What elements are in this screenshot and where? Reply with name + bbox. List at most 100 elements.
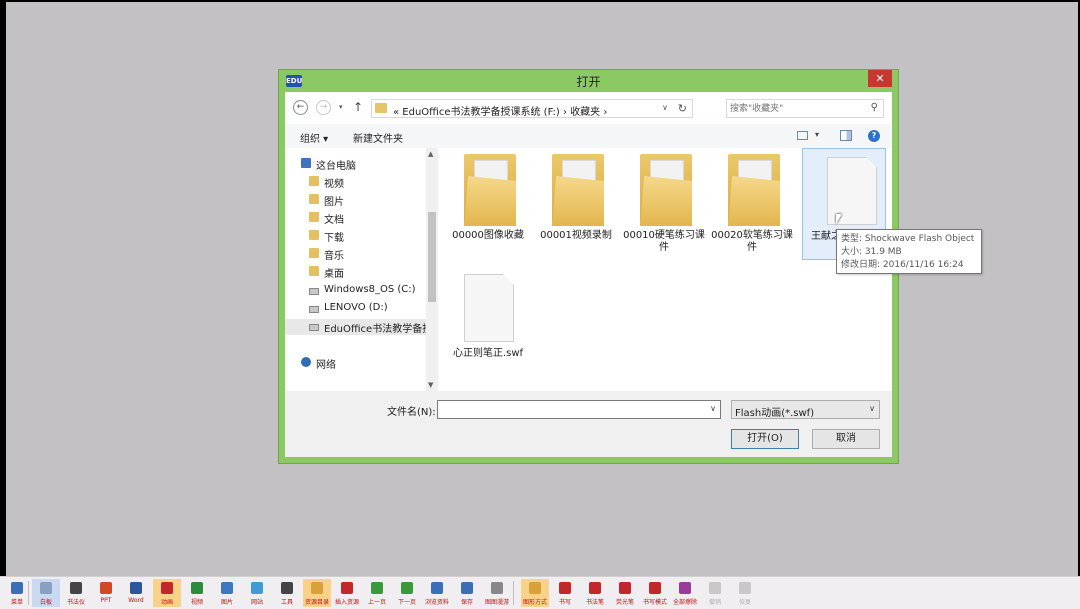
toolbar-button[interactable]: 保存	[453, 579, 481, 607]
tree-item[interactable]: Windows8_OS (C:)	[285, 283, 426, 299]
filename-dropdown-chevron-icon[interactable]: ∨	[710, 404, 716, 413]
toolbar-button[interactable]: 书写	[551, 579, 579, 607]
file-type-filter-select[interactable]: Flash动画(*.swf) ∨	[731, 400, 880, 419]
toolbar-button[interactable]: 图形方式	[521, 579, 549, 607]
toolbar-button[interactable]: 撤销	[701, 579, 729, 607]
file-name-label: 心正则笔正.swf	[452, 348, 524, 359]
folder-item[interactable]: 00001视频录制	[534, 148, 618, 260]
toolbar-button[interactable]: 浏览资料	[423, 579, 451, 607]
search-input[interactable]	[730, 102, 860, 115]
tree-item[interactable]: 这台电脑	[285, 156, 426, 172]
tree-item[interactable]: LENOVO (D:)	[285, 301, 426, 317]
folder-item[interactable]: 00010硬笔练习课件	[622, 148, 706, 260]
tooltip-type: 类型: Shockwave Flash Object	[841, 234, 975, 244]
toolbar-button[interactable]: 书写模式	[641, 579, 669, 607]
tree-item-label: 下载	[324, 233, 344, 244]
folder-icon	[309, 194, 319, 204]
tree-item[interactable]: 下载	[285, 228, 426, 244]
file-name-label: 00020软笔练习课件	[711, 230, 793, 253]
up-arrow-icon[interactable]: ↑	[353, 100, 363, 114]
scroll-down-arrow-icon[interactable]: ▼	[428, 381, 433, 389]
toolbar-button[interactable]: 白板	[32, 579, 60, 607]
toolbar-button-icon	[161, 582, 173, 594]
file-item[interactable]: 心正则笔正.swf	[446, 262, 530, 374]
toolbar-button[interactable]: Word	[122, 579, 150, 607]
toolbar-button[interactable]: 资源目录	[303, 579, 331, 607]
toolbar-button-icon	[191, 582, 203, 594]
navigation-bar: ← → ▾ ↑ « EduOffice书法教学备授课系统 (F:) › 收藏夹 …	[285, 92, 892, 124]
navigation-pane-scrollbar[interactable]: ▲ ▼	[426, 148, 438, 391]
toolbar-button[interactable]: 下一页	[393, 579, 421, 607]
change-view-icon[interactable]	[797, 131, 808, 140]
filename-input[interactable]	[440, 403, 700, 416]
tree-item-label: Windows8_OS (C:)	[324, 284, 416, 295]
help-icon[interactable]: ?	[868, 130, 880, 142]
toolbar-button[interactable]: 书法仪	[62, 579, 90, 607]
network-icon	[301, 357, 311, 367]
folder-item[interactable]: 00000图像收藏	[446, 148, 530, 260]
tree-item-label: 网络	[316, 360, 336, 371]
back-arrow-icon[interactable]: ←	[293, 100, 308, 115]
open-button[interactable]: 打开(O)	[731, 429, 799, 449]
refresh-icon[interactable]: ↻	[678, 102, 687, 115]
toolbar-button[interactable]: 动画	[153, 579, 181, 607]
toolbar-button[interactable]: 上一页	[363, 579, 391, 607]
drive-icon	[309, 306, 319, 313]
tree-item[interactable]: 桌面	[285, 264, 426, 280]
folder-icon	[309, 212, 319, 222]
drive-icon	[309, 324, 319, 331]
tree-item[interactable]: EduOffice书法教学备授	[285, 319, 432, 335]
windows-drive-icon	[309, 288, 319, 295]
toolbar-button[interactable]: 插入资源	[333, 579, 361, 607]
tree-item[interactable]: 音乐	[285, 246, 426, 262]
new-folder-button[interactable]: 新建文件夹	[353, 130, 403, 145]
toolbar-button[interactable]: 全部擦除	[671, 579, 699, 607]
address-bar[interactable]: « EduOffice书法教学备授课系统 (F:) › 收藏夹 › ∨ ↻	[371, 99, 693, 118]
tree-item[interactable]: 视频	[285, 174, 426, 190]
toolbar-button-icon	[559, 582, 571, 594]
address-dropdown-chevron-icon[interactable]: ∨	[662, 103, 668, 112]
dialog-title-bar[interactable]: EDU 打开 ✕	[279, 70, 898, 92]
folder-icon	[309, 248, 319, 258]
toolbar-button[interactable]: PPT	[92, 579, 120, 607]
file-name-label: 00010硬笔练习课件	[623, 230, 705, 253]
toolbar-button[interactable]: 图图漫游	[483, 579, 511, 607]
toolbar-button[interactable]: 图片	[213, 579, 241, 607]
toolbar-button[interactable]: 恢复	[731, 579, 759, 607]
file-name-label: 00001视频录制	[540, 230, 612, 241]
file-list-view: 00000图像收藏 00001视频录制 00010硬笔练习课件 00020软笔练习课件…	[438, 148, 892, 391]
filename-combobox[interactable]: ∨	[437, 400, 721, 419]
toolbar-button[interactable]: 网站	[243, 579, 271, 607]
filter-dropdown-chevron-icon[interactable]: ∨	[869, 404, 875, 413]
toolbar-button[interactable]: 视频	[183, 579, 211, 607]
scrollbar-thumb[interactable]	[428, 212, 436, 302]
toolbar-button-label: 恢复	[738, 599, 751, 606]
navigation-pane: 这台电脑视频图片文档下载音乐桌面 Windows8_OS (C:) LENOVO (…	[285, 148, 438, 391]
breadcrumb[interactable]: « EduOffice书法教学备授课系统 (F:) › 收藏夹 ›	[393, 103, 607, 118]
organize-button[interactable]: 组织 ▾	[300, 130, 328, 145]
tree-item[interactable]: 文档	[285, 210, 426, 226]
toolbar-button-icon	[461, 582, 473, 594]
search-icon[interactable]: ⚲	[871, 102, 878, 113]
cancel-button[interactable]: 取消	[812, 429, 880, 449]
search-box[interactable]: ⚲	[726, 99, 884, 118]
close-button[interactable]: ✕	[868, 70, 892, 87]
dialog-title: 打开	[576, 75, 601, 89]
filename-label: 文件名(N):	[387, 407, 436, 418]
toolbar-button-icon	[739, 582, 751, 594]
folder-item[interactable]: 00020软笔练习课件	[710, 148, 794, 260]
folder-icon	[464, 154, 516, 226]
toolbar-button[interactable]: 荧光笔	[611, 579, 639, 607]
toolbar-button[interactable]: 菜单	[3, 579, 31, 607]
recent-locations-chevron-icon[interactable]: ▾	[339, 103, 343, 111]
view-options-chevron-icon[interactable]: ▾	[815, 130, 819, 139]
tree-item-label: 文档	[324, 215, 344, 226]
toolbar-button-icon	[311, 582, 323, 594]
scroll-up-arrow-icon[interactable]: ▲	[428, 150, 433, 158]
tree-item[interactable]: 网络	[285, 355, 426, 371]
preview-pane-icon[interactable]	[840, 130, 852, 141]
toolbar-button[interactable]: 书法笔	[581, 579, 609, 607]
toolbar-button[interactable]: 工具	[273, 579, 301, 607]
tree-item[interactable]: 图片	[285, 192, 426, 208]
forward-arrow-icon[interactable]: →	[316, 100, 331, 115]
